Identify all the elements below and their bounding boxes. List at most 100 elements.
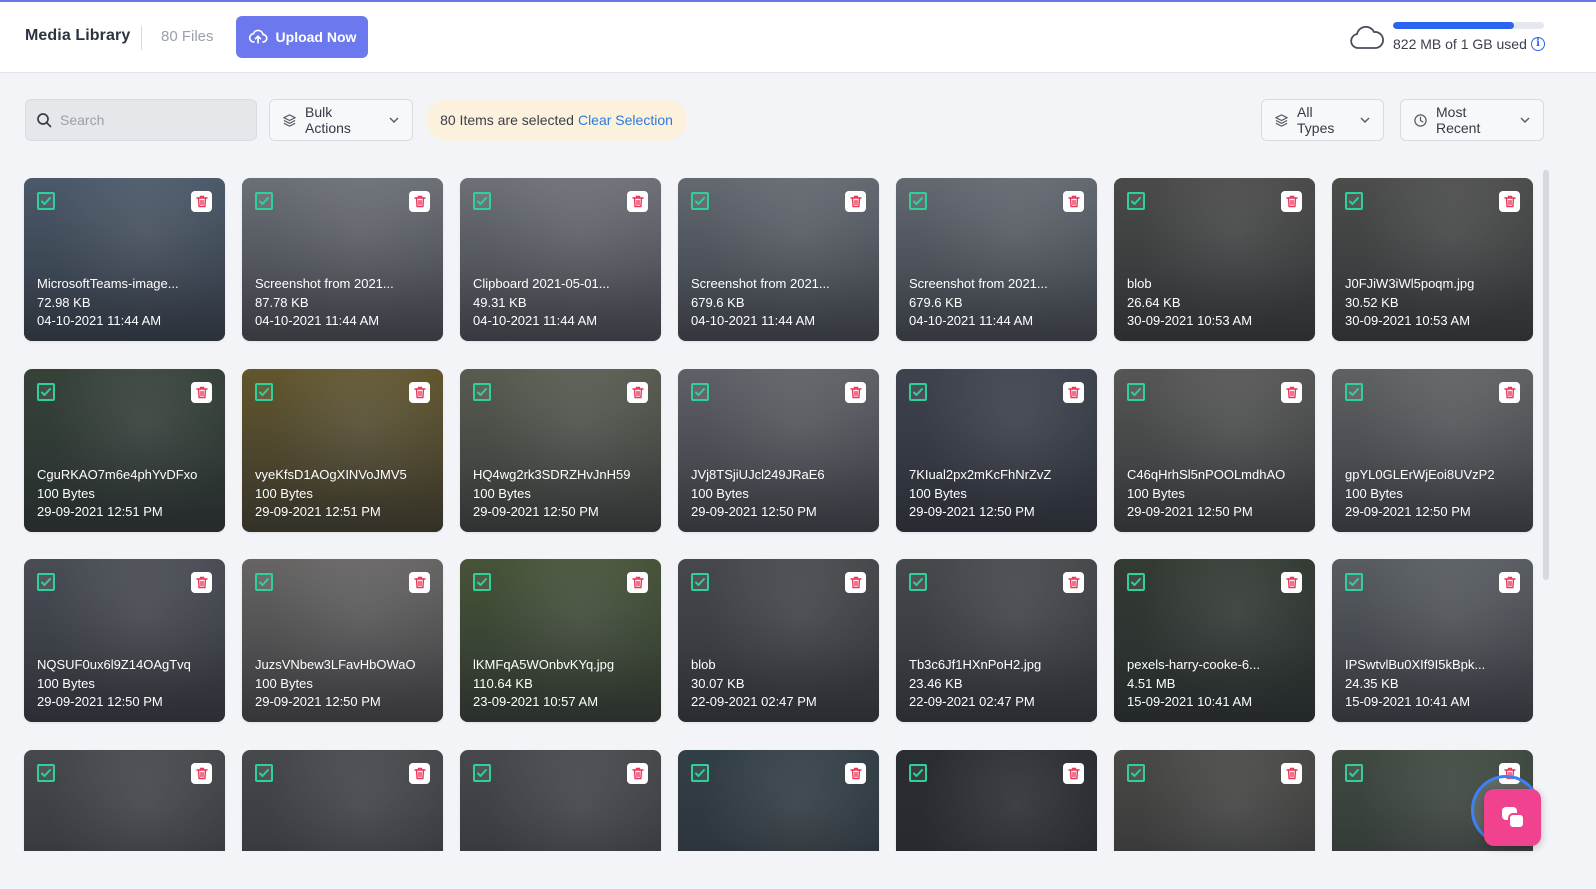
select-checkbox[interactable] (691, 764, 709, 782)
delete-button[interactable] (1499, 191, 1520, 212)
media-card[interactable] (24, 750, 225, 851)
media-card[interactable] (1114, 750, 1315, 851)
delete-button[interactable] (1281, 191, 1302, 212)
delete-button[interactable] (1063, 572, 1084, 593)
delete-button[interactable] (1499, 382, 1520, 403)
select-checkbox[interactable] (909, 383, 927, 401)
delete-button[interactable] (191, 382, 212, 403)
delete-button[interactable] (845, 763, 866, 784)
delete-button[interactable] (1281, 382, 1302, 403)
delete-button[interactable] (409, 191, 430, 212)
select-checkbox[interactable] (1127, 764, 1145, 782)
delete-button[interactable] (1499, 572, 1520, 593)
media-card[interactable]: Screenshot from 2021... 87.78 KB 04-10-202… (242, 178, 443, 341)
delete-button[interactable] (1281, 572, 1302, 593)
delete-button[interactable] (409, 382, 430, 403)
media-card[interactable]: Screenshot from 2021... 679.6 KB 04-10-202… (678, 178, 879, 341)
select-checkbox[interactable] (909, 764, 927, 782)
delete-button[interactable] (191, 572, 212, 593)
media-card[interactable] (896, 750, 1097, 851)
select-checkbox[interactable] (37, 573, 55, 591)
select-checkbox[interactable] (1127, 383, 1145, 401)
delete-button[interactable] (845, 191, 866, 212)
select-checkbox[interactable] (1127, 573, 1145, 591)
select-checkbox[interactable] (691, 192, 709, 210)
delete-button[interactable] (627, 382, 648, 403)
media-card[interactable]: J0FJiW3iWl5poqm.jpg 30.52 KB 30-09-2021 10… (1332, 178, 1533, 341)
media-card[interactable]: blob 26.64 KB 30-09-2021 10:53 AM (1114, 178, 1315, 341)
select-checkbox[interactable] (255, 764, 273, 782)
media-card[interactable]: gpYL0GLErWjEoi8UVzP2 100 Bytes 29-09-2021 … (1332, 369, 1533, 532)
media-card[interactable]: lKMFqA5WOnbvKYq.jpg 110.64 KB 23-09-2021 1… (460, 559, 661, 722)
select-checkbox[interactable] (909, 192, 927, 210)
select-checkbox[interactable] (691, 573, 709, 591)
select-checkbox[interactable] (37, 764, 55, 782)
media-card[interactable]: Tb3c6Jf1HXnPoH2.jpg 23.46 KB 22-09-2021 02… (896, 559, 1097, 722)
delete-button[interactable] (627, 191, 648, 212)
select-checkbox[interactable] (1345, 764, 1363, 782)
media-card[interactable]: 7KIual2px2mKcFhNrZvZ 100 Bytes 29-09-2021 … (896, 369, 1097, 532)
select-checkbox[interactable] (1127, 192, 1145, 210)
select-checkbox[interactable] (37, 192, 55, 210)
select-checkbox[interactable] (473, 764, 491, 782)
scrollbar-thumb[interactable] (1543, 170, 1549, 580)
media-card[interactable] (460, 750, 661, 851)
chevron-down-icon (1360, 117, 1370, 123)
delete-button[interactable] (409, 572, 430, 593)
upload-now-button[interactable]: Upload Now (236, 16, 368, 58)
media-card[interactable]: JuzsVNbew3LFavHbOWaO 100 Bytes 29-09-2021 … (242, 559, 443, 722)
media-card[interactable]: NQSUF0ux6l9Z14OAgTvq 100 Bytes 29-09-2021 … (24, 559, 225, 722)
media-card[interactable] (242, 750, 443, 851)
select-checkbox[interactable] (909, 573, 927, 591)
trash-icon (195, 576, 208, 589)
info-icon[interactable]: i (1531, 37, 1545, 51)
media-filesize: 100 Bytes (1345, 485, 1403, 501)
media-card[interactable]: CguRKAO7m6e4phYvDFxo 100 Bytes 29-09-2021 … (24, 369, 225, 532)
delete-button[interactable] (1063, 763, 1084, 784)
trash-icon (849, 195, 862, 208)
delete-button[interactable] (845, 382, 866, 403)
select-checkbox[interactable] (473, 192, 491, 210)
delete-button[interactable] (191, 763, 212, 784)
media-meta: 7KIual2px2mKcFhNrZvZ 100 Bytes 29-09-2021 … (909, 466, 1051, 522)
media-card[interactable]: HQ4wg2rk3SDRZHvJnH59 100 Bytes 29-09-2021 … (460, 369, 661, 532)
delete-button[interactable] (409, 763, 430, 784)
sort-dropdown[interactable]: Most Recent (1400, 99, 1544, 141)
media-card[interactable]: C46qHrhSl5nPOOLmdhAO 100 Bytes 29-09-2021 … (1114, 369, 1315, 532)
media-card[interactable]: vyeKfsD1AOgXINVoJMV5 100 Bytes 29-09-2021 … (242, 369, 443, 532)
bulk-actions-dropdown[interactable]: Bulk Actions (269, 99, 413, 141)
delete-button[interactable] (1063, 382, 1084, 403)
media-card[interactable]: Clipboard 2021-05-01... 49.31 KB 04-10-202… (460, 178, 661, 341)
delete-button[interactable] (1281, 763, 1302, 784)
select-checkbox[interactable] (1345, 383, 1363, 401)
select-checkbox[interactable] (473, 383, 491, 401)
select-checkbox[interactable] (255, 383, 273, 401)
select-checkbox[interactable] (37, 383, 55, 401)
delete-button[interactable] (191, 191, 212, 212)
media-card[interactable]: IPSwtvlBu0XIf9I5kBpk... 24.35 KB 15-09-202… (1332, 559, 1533, 722)
header-divider (141, 26, 142, 50)
select-checkbox[interactable] (473, 573, 491, 591)
type-filter-dropdown[interactable]: All Types (1261, 99, 1384, 141)
select-checkbox[interactable] (1345, 192, 1363, 210)
media-card[interactable]: Screenshot from 2021... 679.6 KB 04-10-202… (896, 178, 1097, 341)
search-input[interactable] (60, 100, 250, 140)
media-card[interactable]: pexels-harry-cooke-6... 4.51 MB 15-09-2021… (1114, 559, 1315, 722)
delete-button[interactable] (627, 763, 648, 784)
media-card[interactable] (678, 750, 879, 851)
delete-button[interactable] (845, 572, 866, 593)
trash-icon (631, 386, 644, 399)
select-checkbox[interactable] (255, 192, 273, 210)
trash-icon (195, 195, 208, 208)
delete-button[interactable] (627, 572, 648, 593)
trash-icon (195, 767, 208, 780)
clear-selection-link[interactable]: Clear Selection (578, 112, 673, 128)
media-card[interactable]: JVj8TSjiUJcl249JRaE6 100 Bytes 29-09-2021 … (678, 369, 879, 532)
media-card[interactable]: blob 30.07 KB 22-09-2021 02:47 PM (678, 559, 879, 722)
delete-button[interactable] (1063, 191, 1084, 212)
chat-button[interactable] (1484, 789, 1541, 846)
select-checkbox[interactable] (1345, 573, 1363, 591)
select-checkbox[interactable] (691, 383, 709, 401)
media-card[interactable]: MicrosoftTeams-image... 72.98 KB 04-10-202… (24, 178, 225, 341)
select-checkbox[interactable] (255, 573, 273, 591)
